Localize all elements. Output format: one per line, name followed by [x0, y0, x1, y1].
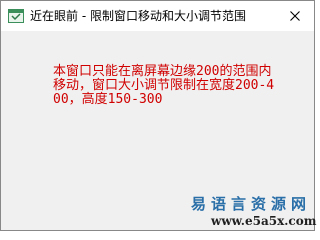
window-title: 近在眼前 - 限制窗口移动和大小调节范围: [30, 9, 246, 23]
title-bar[interactable]: 近在眼前 - 限制窗口移动和大小调节范围: [1, 1, 314, 31]
app-window: 近在眼前 - 限制窗口移动和大小调节范围 本窗口只能在离屏幕边缘200的范围内移…: [0, 0, 317, 231]
close-icon: [290, 11, 300, 21]
watermark-site-name: 易语言资源网: [191, 195, 312, 213]
app-window-icon: [8, 9, 24, 23]
info-message: 本窗口只能在离屏幕边缘200的范围内移动，窗口大小调节限制在宽度200-400，…: [53, 64, 275, 107]
close-button[interactable]: [277, 2, 313, 30]
window-client-area: 本窗口只能在离屏幕边缘200的范围内移动，窗口大小调节限制在宽度200-400，…: [1, 31, 317, 230]
watermark-url: www.e5a5x.com: [211, 214, 317, 228]
